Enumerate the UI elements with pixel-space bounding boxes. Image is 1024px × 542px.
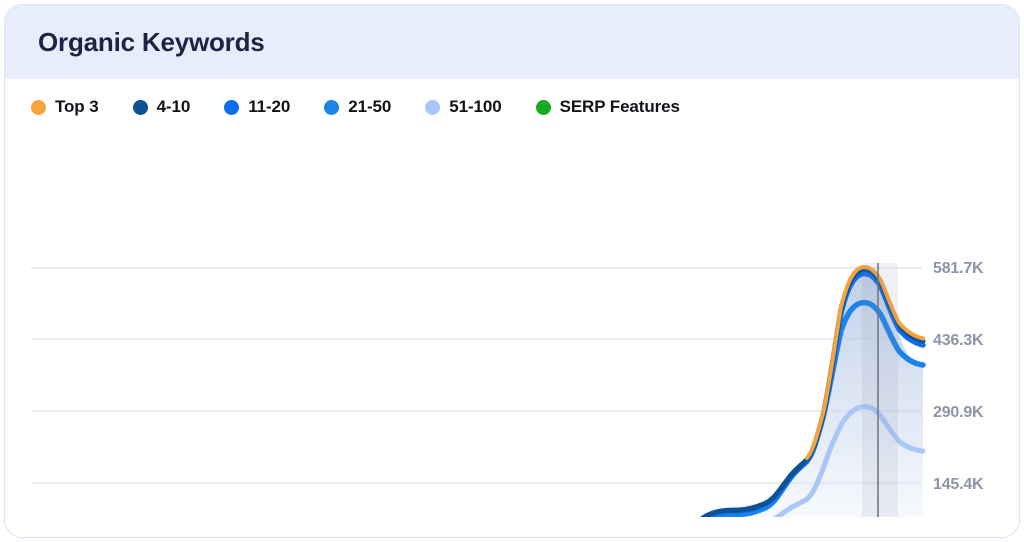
- legend-label: SERP Features: [559, 97, 680, 116]
- legend-dot-icon: [132, 99, 148, 115]
- legend-label: 51-100: [449, 97, 502, 116]
- legend-dot-icon: [224, 99, 240, 115]
- legend-item-top-3[interactable]: Top 3: [31, 97, 99, 117]
- legend-label: 11-20: [248, 97, 291, 116]
- legend-item-serp-features[interactable]: SERP Features: [535, 97, 680, 117]
- card-header: Organic Keywords: [5, 5, 1019, 79]
- legend-item-4-10[interactable]: 4-10: [132, 97, 191, 117]
- chart-legend: Top 3 4-10 11-20 21-50 51-100 SERP Featu…: [5, 79, 1019, 117]
- legend-dot-icon: [535, 99, 551, 115]
- chart-area[interactable]: 581.7K 436.3K 290.9K 145.4K 0 Oct 2022 J…: [5, 117, 1019, 517]
- y-axis-tick: 290.9K: [933, 404, 984, 421]
- legend-dot-icon: [31, 99, 46, 115]
- legend-item-21-50[interactable]: 21-50: [324, 97, 391, 117]
- legend-label: 21-50: [348, 97, 392, 116]
- legend-item-51-100[interactable]: 51-100: [425, 97, 502, 117]
- page-title: Organic Keywords: [38, 26, 265, 57]
- legend-item-11-20[interactable]: 11-20: [224, 97, 290, 117]
- legend-label: 4-10: [156, 97, 191, 116]
- x-axis-labels: Oct 2022 Jan 2023 Apr 2023 Jul 2023 Oct …: [5, 435, 1019, 505]
- legend-dot-icon: [324, 99, 340, 115]
- legend-label: Top 3: [55, 97, 99, 116]
- y-axis-tick: 436.3K: [933, 332, 984, 349]
- legend-dot-icon: [425, 99, 441, 115]
- y-axis-tick: 581.7K: [933, 260, 984, 277]
- organic-keywords-card: Organic Keywords Top 3 4-10 11-20 21-50 …: [4, 4, 1020, 538]
